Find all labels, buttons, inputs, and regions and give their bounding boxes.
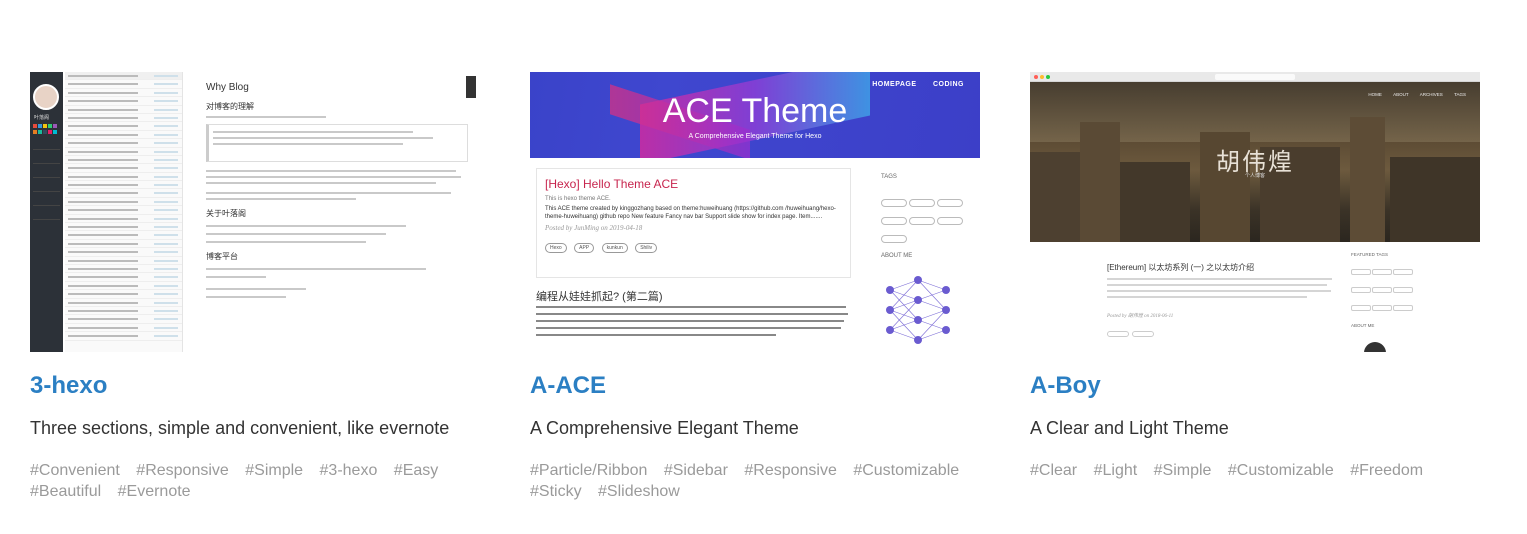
tag-link[interactable]: #Responsive: [136, 460, 229, 481]
preview-tag-pill: Shiliv: [635, 243, 658, 253]
preview-side-heading: TAGS: [881, 174, 897, 180]
tag-link[interactable]: #Sticky: [530, 481, 582, 502]
preview-side-heading: ABOUT ME: [881, 253, 913, 259]
theme-description: A Comprehensive Elegant Theme: [530, 418, 799, 438]
preview-nav-item: HOMEPAGE: [872, 81, 917, 88]
neural-network-icon: [886, 276, 950, 344]
preview-side-name: 叶落阁: [34, 115, 50, 121]
preview-nav-item: TAGS: [1454, 92, 1466, 97]
preview-post-body: This ACE theme created by kinggozhang ba…: [545, 206, 836, 220]
tag-link[interactable]: #Customizable: [1228, 460, 1334, 481]
preview-side-heading: ABOUT ME: [1351, 323, 1375, 328]
avatar: [33, 84, 59, 110]
preview-banner: HOMEPAGE CODING ACE Theme A Comprehensiv…: [530, 72, 980, 158]
preview-tag-pill: kunkun: [601, 243, 628, 253]
theme-title-link[interactable]: A-Boy: [1030, 372, 1480, 400]
theme-screenshot[interactable]: HOME ABOUT ARCHIVES TAGS 胡伟煌 个人博客 [Ether…: [1030, 72, 1480, 352]
theme-title-link[interactable]: A-ACE: [530, 372, 980, 400]
preview-nav-item: HOME: [1368, 92, 1382, 97]
tag-link[interactable]: #Simple: [1154, 460, 1212, 481]
preview-side-heading: FEATURED TAGS: [1351, 252, 1389, 257]
preview-post-subtitle: This is hexo theme ACE.: [545, 196, 611, 202]
theme-tags: #Clear #Light #Simple #Customizable #Fre…: [1030, 460, 1480, 481]
preview-side-tags: [1351, 264, 1421, 318]
tag-link[interactable]: #Light: [1094, 460, 1138, 481]
tag-link[interactable]: #Customizable: [853, 460, 959, 481]
theme-tags: #Convenient #Responsive #Simple #3-hexo …: [30, 460, 480, 502]
preview-post-list: [65, 72, 183, 352]
preview-sidebar: 叶落阁: [30, 72, 63, 352]
tag-link[interactable]: #Evernote: [118, 481, 191, 502]
preview-post-meta: Posted by 胡伟煌 on 2018-06-11: [1107, 314, 1174, 319]
tag-link[interactable]: #Responsive: [744, 460, 837, 481]
preview-nav-item: CODING: [933, 81, 964, 88]
preview-post-title: [Ethereum] 以太坊系列 (一) 之以太坊介绍: [1107, 263, 1255, 272]
preview-hero-subtitle: 个人博客: [1244, 173, 1265, 179]
social-icons: [33, 124, 61, 134]
tag-link[interactable]: #Beautiful: [30, 481, 101, 502]
theme-card-a-boy: HOME ABOUT ARCHIVES TAGS 胡伟煌 个人博客 [Ether…: [1030, 72, 1480, 481]
preview-article-title: Why Blog: [206, 82, 249, 93]
preview-post-meta: Posted by JunMing on 2019-04-18: [545, 224, 643, 232]
preview-article: Why Blog 对博客的理解 关于叶落阁 博客平台: [206, 82, 468, 298]
preview-blockquote: [206, 124, 468, 162]
preview-post-excerpt: [1107, 278, 1332, 302]
tag-link[interactable]: #Slideshow: [598, 481, 680, 502]
tag-link[interactable]: #Easy: [394, 460, 438, 481]
theme-tags: #Particle/Ribbon #Sidebar #Responsive #C…: [530, 460, 980, 502]
tag-link[interactable]: #3-hexo: [320, 460, 378, 481]
preview-nav-item: ARCHIVES: [1419, 92, 1443, 97]
preview-post-title: [Hexo] Hello Theme ACE: [545, 177, 679, 191]
preview-side-tags: [881, 194, 976, 248]
theme-card-a-ace: HOMEPAGE CODING ACE Theme A Comprehensiv…: [530, 72, 980, 502]
preview-post2-body: [536, 306, 851, 341]
theme-description: Three sections, simple and convenient, l…: [30, 418, 450, 438]
preview-nav: HOMEPAGE CODING: [858, 81, 964, 88]
preview-post-card: [Hexo] Hello Theme ACE This is hexo them…: [536, 168, 851, 278]
preview-tag-pill: Hexo: [545, 243, 567, 253]
preview-banner-subtitle: A Comprehensive Elegant Theme for Hexo: [688, 133, 822, 140]
theme-card-3-hexo: 叶落阁 Why Blog 对博客的理解 关于叶落阁 博客平台 3-hexo Th…: [30, 72, 480, 502]
preview-heading: 对博客的理解: [206, 102, 254, 111]
tag-link[interactable]: #Sidebar: [664, 460, 728, 481]
tag-link[interactable]: #Convenient: [30, 460, 120, 481]
tag-link[interactable]: #Particle/Ribbon: [530, 460, 647, 481]
preview-hero: HOME ABOUT ARCHIVES TAGS 胡伟煌 个人博客: [1030, 82, 1480, 242]
preview-heading: 关于叶落阁: [206, 209, 246, 218]
theme-description: A Clear and Light Theme: [1030, 418, 1229, 438]
preview-banner-title: ACE Theme: [662, 92, 848, 130]
theme-screenshot[interactable]: 叶落阁 Why Blog 对博客的理解 关于叶落阁 博客平台: [30, 72, 480, 352]
avatar: [1364, 342, 1386, 352]
tag-link[interactable]: #Freedom: [1350, 460, 1423, 481]
theme-title-link[interactable]: 3-hexo: [30, 372, 480, 400]
preview-post2-title: 编程从娃娃抓起? (第二篇): [536, 291, 663, 303]
tag-link[interactable]: #Clear: [1030, 460, 1077, 481]
preview-post-tags: [1107, 324, 1157, 342]
browser-chrome: [1030, 72, 1480, 82]
preview-tag-pill: APP: [574, 243, 595, 253]
preview-heading: 博客平台: [206, 252, 238, 261]
theme-screenshot[interactable]: HOMEPAGE CODING ACE Theme A Comprehensiv…: [530, 72, 980, 352]
tag-link[interactable]: #Simple: [245, 460, 303, 481]
fullscreen-icon: [466, 76, 476, 98]
preview-nav: HOME ABOUT ARCHIVES TAGS: [1358, 92, 1466, 97]
preview-nav-item: ABOUT: [1393, 92, 1409, 97]
